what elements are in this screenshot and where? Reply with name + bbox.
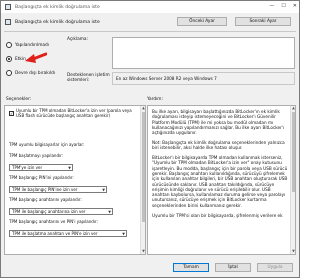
supported-os-value: En az Windows Server 2008 R2 veya Window… <box>116 76 217 81</box>
supported-os-label: Desteklenen işletim sistemleri: <box>67 73 110 84</box>
radio-circle-selected[interactable] <box>6 56 12 62</box>
help-paragraph: Not: Başlangıçta ek kimlik doğrulama seç… <box>152 139 285 151</box>
close-icon[interactable]: ✕ <box>293 3 297 9</box>
allow-without-tpm-label: Uyumlu bir TPM olmadan BitLocker'a izin … <box>16 108 132 118</box>
maximize-icon[interactable]: ☐ <box>281 3 285 9</box>
help-panel[interactable]: Bu ilke ayarı, bilgisayarı başlattığınız… <box>147 105 296 255</box>
next-setting-button[interactable]: Sonraki Ayar <box>235 17 291 26</box>
ok-button[interactable]: Tamam <box>173 263 209 272</box>
chevron-down-icon: ▼ <box>122 232 125 236</box>
cancel-button[interactable]: İptal <box>215 263 251 272</box>
options-title: Seçenekler: <box>6 97 32 102</box>
radio-disabled[interactable]: Devre dışı bırakıldı <box>6 70 55 76</box>
tpm-startup-select[interactable]: TPM'ye izin ver ▼ <box>9 164 73 171</box>
options-panel[interactable]: ✓ Uyumlu bir TPM olmadan BitLocker'a izi… <box>4 105 146 255</box>
minimize-icon[interactable]: — <box>269 3 274 9</box>
allow-without-tpm-checkbox[interactable]: ✓ <box>9 111 14 116</box>
title-bar: Başlangıçta ek kimlik doğrulama iste — ☐… <box>1 1 299 13</box>
radio-disabled-label: Devre dışı bırakıldı <box>15 70 56 76</box>
tpm-key-value: TPM ile başlangıç anahtarına izin ver <box>12 209 86 214</box>
chevron-down-icon: ▼ <box>108 210 111 214</box>
tpm-key-label: TPM başlangıç anahtarını yapılandır: <box>9 197 82 202</box>
comment-textbox[interactable] <box>112 37 295 69</box>
tpm-keypin-select[interactable]: TPM ile başlatma anahtarı ve PIN'e izin … <box>9 230 127 237</box>
scroll-up-icon[interactable]: ▲ <box>141 106 145 111</box>
help-paragraph: BitLocker'ı bir bilgisayarda TPM olmadan… <box>152 155 288 208</box>
scroll-thumb[interactable] <box>142 112 145 222</box>
radio-circle[interactable] <box>6 42 12 48</box>
supported-os-box: En az Windows Server 2008 R2 veya Window… <box>112 72 295 85</box>
policy-dialog: Başlangıçta ek kimlik doğrulama iste — ☐… <box>0 0 300 278</box>
radio-not-configured-label: Yapılandırılmadı <box>15 42 49 48</box>
help-scrollbar[interactable]: ▲ ▼ <box>290 106 295 254</box>
help-paragraph: Uyumlu bir TPM'si olan bir bilgisayarda,… <box>152 212 283 218</box>
previous-setting-button[interactable]: Önceki Ayar <box>177 17 227 26</box>
tpm-key-select[interactable]: TPM ile başlangıç anahtarına izin ver ▼ <box>9 208 113 215</box>
help-title: Yardım: <box>147 97 163 102</box>
tpm-startup-value: TPM'ye izin ver <box>12 165 43 170</box>
apply-button[interactable]: Uygula <box>257 263 293 272</box>
tpm-keypin-value: TPM ile başlatma anahtarı ve PIN'e izin … <box>12 231 98 236</box>
chevron-down-icon: ▼ <box>68 166 71 170</box>
header-separator <box>4 31 296 32</box>
help-text: Bu ilke ayarı, bilgisayarı başlattığınız… <box>152 109 288 222</box>
tpm-section-label: TPM uyumlu bilgisayarlar için ayarlar: <box>9 142 85 147</box>
annotation-arrow-icon <box>25 52 47 63</box>
radio-circle[interactable] <box>6 70 12 76</box>
tpm-startup-label: TPM başlatmayı yapılandır: <box>9 153 64 158</box>
comment-label: Açıklama: <box>67 37 89 42</box>
policy-title: Başlangıçta ek kimlik doğrulama iste <box>15 19 100 25</box>
policy-setting-icon <box>5 19 11 25</box>
scroll-down-icon[interactable]: ▼ <box>291 249 295 254</box>
scroll-thumb[interactable] <box>292 112 295 192</box>
help-paragraph: Bu ilke ayarı, bilgisayarı başlattığınız… <box>152 109 285 136</box>
tpm-pin-label: TPM başlangıç PIN'ini yapılandır: <box>9 175 74 180</box>
tpm-pin-select[interactable]: TPM ile başlangıç PIN'ine izin ver ▼ <box>9 186 107 193</box>
chevron-down-icon: ▼ <box>102 188 105 192</box>
policy-icon <box>5 4 11 10</box>
window-title: Başlangıçta ek kimlik doğrulama iste <box>15 4 100 10</box>
scroll-down-icon[interactable]: ▼ <box>141 249 145 254</box>
options-scrollbar[interactable]: ▲ ▼ <box>140 106 145 254</box>
scroll-up-icon[interactable]: ▲ <box>291 106 295 111</box>
tpm-keypin-label: TPM başlangıç anahtarını ve PIN'i yapıla… <box>9 219 98 224</box>
tpm-pin-value: TPM ile başlangıç PIN'ine izin ver <box>12 187 78 192</box>
radio-not-configured[interactable]: Yapılandırılmadı <box>6 42 49 48</box>
